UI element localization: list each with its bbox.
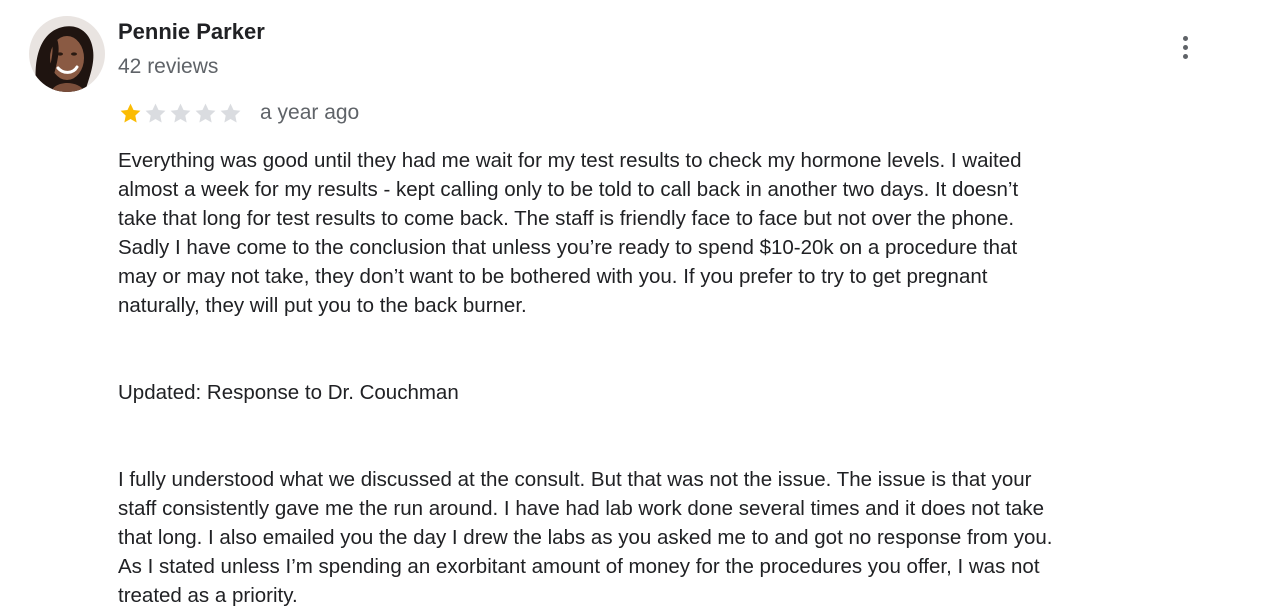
more-options-button[interactable] [1170, 32, 1202, 64]
review-paragraph: Everything was good until they had me wa… [118, 149, 1022, 317]
author-name[interactable]: Pennie Parker [118, 19, 265, 45]
avatar[interactable] [29, 16, 105, 92]
review-count: 42 reviews [118, 55, 219, 78]
more-vert-icon-dot [1183, 45, 1188, 50]
star-empty-icon [220, 103, 241, 122]
review-date: a year ago [260, 101, 360, 124]
review-update-text: I fully understood what we discussed at … [118, 468, 1053, 607]
star-empty-icon [145, 103, 166, 122]
update-heading: Updated: Response to Dr. Couchman [118, 381, 459, 404]
review-update: Updated: Response to Dr. Couchman I full… [118, 349, 1248, 610]
star-rating [118, 101, 243, 126]
profile-photo-icon [29, 16, 105, 92]
review-text: Everything was good until they had me wa… [118, 146, 1248, 610]
more-vert-icon [1183, 36, 1188, 41]
star-empty-icon [195, 103, 216, 122]
star-filled-icon [120, 103, 141, 122]
more-vert-icon-dot [1183, 54, 1188, 59]
star-empty-icon [170, 103, 191, 122]
rating-row: a year ago [118, 100, 359, 126]
